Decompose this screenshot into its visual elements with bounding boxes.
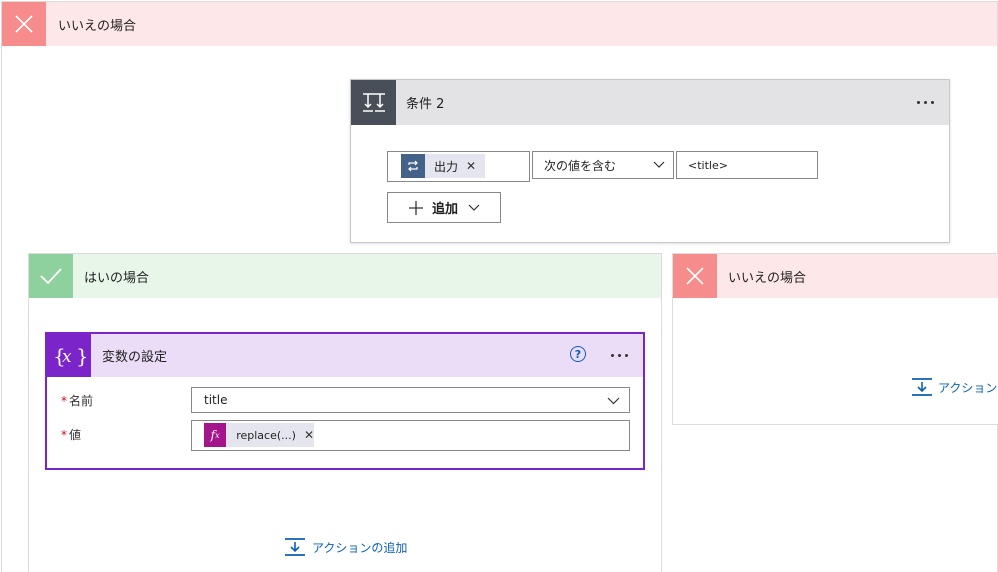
- close-icon: [673, 254, 717, 298]
- set-variable-header[interactable]: { x } 変数の設定 ?: [47, 334, 643, 377]
- add-action-link[interactable]: アクションの追加: [284, 537, 407, 557]
- set-variable-card: { x } 変数の設定 ? *名前 title *値 fx replace(..…: [45, 332, 645, 470]
- variable-name-value: title: [204, 393, 228, 407]
- expression-token-label: replace(...): [236, 428, 296, 442]
- variable-value-field[interactable]: fx replace(...) ✕: [191, 420, 630, 451]
- variable-name-dropdown[interactable]: title: [191, 387, 630, 413]
- add-action-label: アクション: [938, 380, 998, 395]
- svg-text:}: }: [76, 344, 86, 368]
- chevron-down-icon: [653, 161, 665, 168]
- yes-branch-header[interactable]: はいの場合: [29, 254, 661, 298]
- condition-right-value: <title>: [688, 158, 728, 172]
- expression-token[interactable]: fx replace(...) ✕: [204, 423, 314, 447]
- add-action-icon: [912, 378, 932, 396]
- checkmark-icon: [29, 254, 73, 298]
- value-label: * 値: [61, 428, 82, 442]
- remove-token-icon[interactable]: ✕: [304, 428, 314, 442]
- chevron-down-icon: [607, 397, 620, 405]
- close-icon: [2, 2, 46, 46]
- add-action-label: アクションの追加: [312, 540, 408, 555]
- condition-title: 条件 2: [406, 97, 445, 112]
- inner-no-branch: いいえの場合 アクション: [672, 253, 998, 425]
- condition-icon: [351, 80, 396, 125]
- condition-operator-value: 次の値を含む: [544, 158, 617, 173]
- condition-operator-dropdown[interactable]: 次の値を含む: [532, 151, 674, 179]
- output-token-label: 出力: [434, 159, 459, 174]
- set-variable-title: 変数の設定: [102, 350, 168, 365]
- outer-no-branch-title: いいえの場合: [58, 18, 137, 34]
- condition-right-operand[interactable]: <title>: [676, 151, 818, 179]
- variable-icon: { x }: [47, 334, 91, 377]
- inner-no-branch-title: いいえの場合: [728, 270, 807, 286]
- output-token[interactable]: 出力 ✕: [401, 154, 485, 178]
- add-button-label: 追加: [432, 202, 459, 217]
- more-options-icon[interactable]: [611, 354, 628, 357]
- svg-text:x: x: [62, 347, 72, 367]
- plus-icon: [409, 200, 423, 215]
- outer-no-branch-header[interactable]: いいえの場合: [2, 2, 997, 46]
- condition-card: 条件 2 出力 ✕ 次の値を含む <title> 追加: [350, 79, 950, 243]
- more-options-icon[interactable]: [917, 101, 934, 104]
- add-action-icon: [285, 538, 305, 556]
- chevron-down-icon: [468, 204, 480, 211]
- function-icon: fx: [204, 423, 227, 447]
- loop-icon: [401, 154, 425, 178]
- inner-no-branch-header[interactable]: いいえの場合: [673, 254, 998, 298]
- yes-branch-title: はいの場合: [84, 270, 150, 286]
- remove-token-icon[interactable]: ✕: [466, 159, 476, 173]
- add-action-link[interactable]: アクション: [911, 377, 997, 397]
- condition-left-operand[interactable]: 出力 ✕: [387, 151, 530, 182]
- help-icon[interactable]: ?: [570, 346, 586, 362]
- name-label: * 名前: [61, 394, 94, 408]
- add-button[interactable]: 追加: [387, 192, 501, 223]
- condition-header[interactable]: 条件 2: [351, 80, 949, 125]
